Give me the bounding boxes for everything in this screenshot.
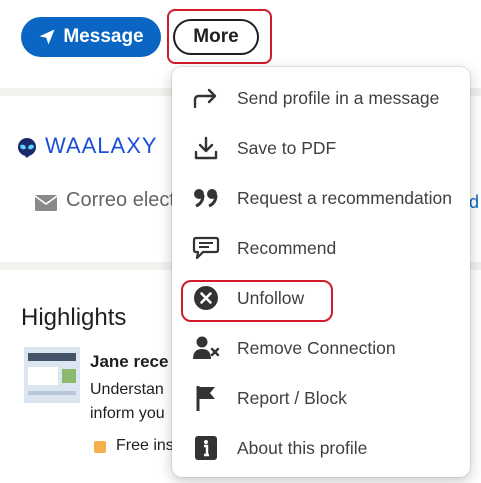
message-button-label: Message — [63, 26, 144, 47]
more-actions-menu: Send profile in a message Save to PDF Re… — [172, 67, 470, 477]
free-insight-label: Free ins — [116, 437, 174, 454]
menu-item-label: Remove Connection — [237, 337, 396, 358]
info-icon — [191, 433, 221, 463]
envelope-icon — [35, 195, 57, 211]
menu-item-label: Save to PDF — [237, 137, 337, 158]
highlights-heading: Highlights — [21, 304, 127, 331]
menu-item-recommend[interactable]: Recommend — [172, 223, 470, 273]
waalaxy-alien-icon — [18, 138, 36, 158]
menu-item-label: Send profile in a message — [237, 87, 440, 108]
quote-icon — [191, 183, 221, 213]
download-icon — [191, 133, 221, 163]
menu-item-remove-connection[interactable]: Remove Connection — [172, 323, 470, 373]
free-insight-icon — [94, 441, 106, 453]
message-button[interactable]: Message — [21, 17, 161, 57]
highlight-line-2: inform you — [90, 405, 165, 422]
menu-item-save-pdf[interactable]: Save to PDF — [172, 123, 470, 173]
company-name[interactable]: WAALAXY — [45, 133, 158, 159]
remove-person-icon — [191, 333, 221, 363]
speech-bubble-icon — [191, 233, 221, 263]
menu-item-label: Report / Block — [237, 387, 347, 408]
menu-item-report-block[interactable]: Report / Block — [172, 373, 470, 423]
highlight-title[interactable]: Jane rece — [90, 352, 168, 372]
unfollow-highlight — [181, 280, 333, 322]
menu-item-label: About this profile — [237, 437, 368, 458]
email-label: Correo elect — [66, 189, 175, 211]
send-icon — [39, 29, 55, 45]
highlight-line-1: Understan — [90, 381, 164, 398]
menu-item-label: Recommend — [237, 237, 337, 258]
more-button-label: More — [193, 26, 239, 47]
flag-icon — [191, 383, 221, 413]
highlight-thumbnail — [24, 347, 80, 403]
share-arrow-icon — [191, 83, 221, 113]
menu-item-request-recommendation[interactable]: Request a recommendation — [172, 173, 470, 223]
menu-item-label: Request a recommendation — [237, 187, 452, 208]
menu-item-about-profile[interactable]: About this profile — [172, 423, 470, 473]
menu-item-send-profile[interactable]: Send profile in a message — [172, 73, 470, 123]
more-button[interactable]: More — [173, 19, 259, 55]
